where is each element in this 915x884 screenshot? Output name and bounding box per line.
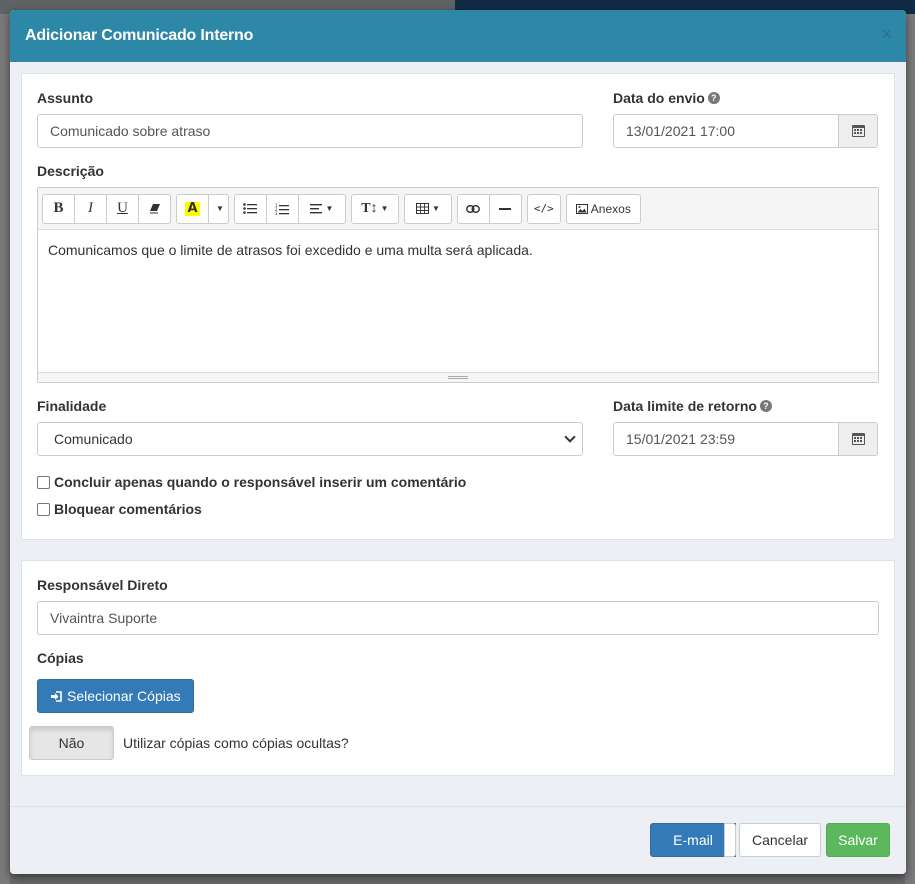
purpose-select[interactable]: Comunicado [37, 422, 583, 456]
conclude-on-comment-checkbox[interactable] [37, 475, 50, 489]
editor-toolbar: B I U A ▼ 1 2 3 ▼ T↕ ▼ ▼ </> Anexos [38, 188, 878, 230]
modal-body: Assunto Comunicado sobre atraso Data do … [10, 62, 906, 776]
modal-title: Adicionar Comunicado Interno [25, 27, 254, 44]
link-button[interactable] [456, 193, 490, 224]
conclude-on-comment-row: Concluir apenas quando o responsável ins… [37, 474, 466, 490]
send-date-calendar-button[interactable] [839, 114, 878, 148]
caret-down-icon: ▼ [216, 204, 224, 213]
description-label: Descrição [37, 163, 104, 179]
direct-responsible-input[interactable]: Vivaintra Suporte [37, 601, 879, 635]
eraser-button[interactable] [138, 193, 171, 224]
code-group: </> [526, 193, 561, 224]
calendar-icon [851, 125, 865, 137]
bold-button[interactable]: B [42, 193, 75, 224]
code-view-button[interactable]: </> [526, 193, 561, 224]
editor-resize-handle[interactable] [38, 372, 878, 382]
return-date-input[interactable]: 15/01/2021 23:59 [613, 422, 839, 456]
background-right-edge [905, 14, 915, 884]
table-dropdown-button[interactable]: ▼ [403, 193, 452, 224]
close-icon[interactable]: × [881, 24, 892, 44]
font-size-dropdown-button[interactable]: T↕ ▼ [350, 193, 399, 224]
notice-details-box: Assunto Comunicado sobre atraso Data do … [21, 73, 895, 540]
rich-text-editor: B I U A ▼ 1 2 3 ▼ T↕ ▼ ▼ </> Anexos Comu… [37, 187, 879, 383]
select-copies-label: Selecionar Cópias [67, 688, 181, 704]
font-style-group: B I U [42, 193, 171, 224]
insert-group [456, 193, 522, 224]
font-size-group: T↕ ▼ [350, 193, 399, 224]
modal-header: Adicionar Comunicado Interno × [10, 10, 906, 62]
save-button[interactable]: Salvar [826, 823, 890, 857]
add-internal-notice-modal: Adicionar Comunicado Interno × Assunto C… [10, 10, 906, 874]
color-dropdown-button[interactable]: ▼ [208, 193, 229, 224]
calendar-icon [851, 433, 865, 445]
return-date-group: 15/01/2021 23:59 [613, 422, 878, 456]
attachments-label: Anexos [590, 201, 631, 216]
select-copies-button[interactable]: Selecionar Cópias [37, 679, 194, 713]
caret-down-icon: ▼ [431, 204, 440, 213]
grip-icon [448, 376, 468, 379]
block-comments-label: Bloquear comentários [54, 501, 202, 517]
recipients-box: Responsável Direto Vivaintra Suporte Cóp… [21, 560, 895, 776]
unordered-list-icon [243, 203, 258, 214]
background-left-edge [0, 14, 10, 884]
subject-label: Assunto [37, 90, 93, 106]
unordered-list-button[interactable] [233, 193, 267, 224]
font-size-icon: T↕ [361, 200, 378, 216]
editor-content[interactable]: Comunicamos que o limite de atrasos foi … [38, 230, 878, 372]
color-group: A ▼ [176, 193, 229, 224]
chevron-down-icon [564, 431, 576, 443]
table-group: ▼ [403, 193, 452, 224]
purpose-selected-value: Comunicado [54, 431, 133, 447]
subject-input[interactable]: Comunicado sobre atraso [37, 114, 583, 148]
conclude-on-comment-label: Concluir apenas quando o responsável ins… [54, 474, 467, 490]
caret-down-icon: ▼ [380, 204, 389, 213]
eraser-icon [149, 204, 160, 214]
send-date-label: Data do envio [613, 90, 705, 106]
caret-down-icon: ▼ [325, 204, 334, 213]
hidden-copies-label: Utilizar cópias como cópias ocultas? [123, 735, 349, 751]
sign-in-icon [51, 690, 62, 702]
send-date-label-row: Data do envio ? [613, 90, 720, 106]
text-color-button[interactable]: A [176, 193, 209, 224]
copies-label: Cópias [37, 650, 84, 666]
color-letter: A [185, 200, 200, 216]
link-icon [466, 204, 481, 213]
purpose-label: Finalidade [37, 398, 107, 414]
email-toggle-knob[interactable] [724, 823, 736, 857]
align-left-icon [310, 203, 323, 213]
cancel-button[interactable]: Cancelar [739, 823, 821, 857]
attachments-group: Anexos [565, 193, 641, 224]
ordered-list-icon: 123 [275, 203, 290, 215]
svg-text:3: 3 [275, 211, 278, 215]
block-comments-row: Bloquear comentários [37, 501, 202, 517]
block-comments-checkbox[interactable] [37, 502, 50, 516]
direct-responsible-label: Responsável Direto [37, 577, 168, 593]
ordered-list-button[interactable]: 123 [265, 193, 299, 224]
align-dropdown-button[interactable]: ▼ [297, 193, 346, 224]
underline-button[interactable]: U [106, 193, 139, 224]
question-circle-icon[interactable]: ? [759, 400, 772, 412]
modal-footer: E-mail Cancelar Salvar [10, 806, 906, 874]
italic-button[interactable]: I [74, 193, 107, 224]
paragraph-group: 123 ▼ [233, 193, 346, 224]
attachments-button[interactable]: Anexos [565, 193, 641, 224]
image-icon [575, 203, 588, 214]
question-circle-icon[interactable]: ? [707, 92, 720, 104]
table-icon [415, 203, 429, 214]
return-date-label: Data limite de retorno [613, 398, 757, 414]
horizontal-rule-button[interactable] [488, 193, 522, 224]
horizontal-rule-icon [499, 207, 512, 210]
send-date-group: 13/01/2021 17:00 [613, 114, 878, 148]
hidden-copies-toggle[interactable]: Não [29, 726, 114, 760]
send-date-input[interactable]: 13/01/2021 17:00 [613, 114, 839, 148]
return-date-label-row: Data limite de retorno ? [613, 398, 772, 414]
return-date-calendar-button[interactable] [839, 422, 878, 456]
